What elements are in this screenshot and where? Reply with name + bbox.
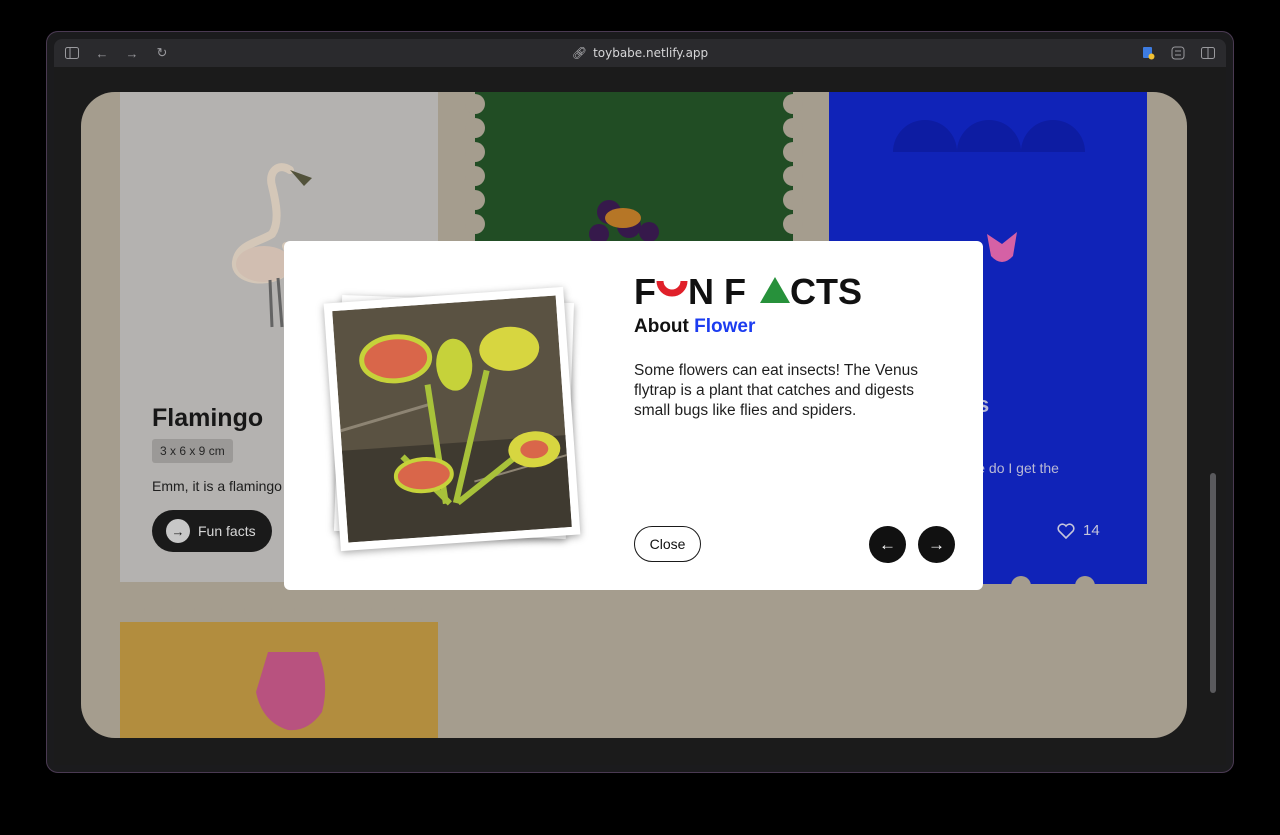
venus-flytrap-image xyxy=(332,295,572,543)
link-icon: 🔗︎ xyxy=(571,46,588,60)
about-subject: Flower xyxy=(694,316,756,337)
logo-letters-3: CTS xyxy=(790,273,862,309)
photo-card-front xyxy=(323,286,581,552)
reader-icon[interactable] xyxy=(1170,45,1186,61)
scrollbar[interactable] xyxy=(1210,473,1216,693)
fun-facts-modal: F N F CTS About Flower Some flowers can … xyxy=(284,241,983,590)
arrow-left-icon: ← xyxy=(879,534,896,554)
fun-facts-logo: F N F CTS xyxy=(634,273,862,309)
address-bar[interactable]: 🔗︎ toybabe.netlify.app xyxy=(54,46,1226,60)
fact-text: Some flowers can eat insects! The Venus … xyxy=(634,362,919,419)
photo-stack xyxy=(323,286,594,559)
about-heading: About Flower xyxy=(634,316,755,338)
triangle-icon xyxy=(760,277,790,303)
logo-letters-2: N F xyxy=(688,273,746,309)
split-view-icon[interactable] xyxy=(1200,45,1216,61)
url-text: toybabe.netlify.app xyxy=(593,46,709,60)
smile-icon xyxy=(656,280,688,297)
about-prefix: About xyxy=(634,316,689,337)
arrow-right-icon: → xyxy=(928,534,945,554)
extension-icon[interactable] xyxy=(1140,45,1156,61)
next-button[interactable]: → xyxy=(918,526,955,563)
browser-toolbar: ← → ↻ 🔗︎ toybabe.netlify.app xyxy=(54,39,1226,67)
logo-letters-1: F xyxy=(634,273,656,309)
close-button[interactable]: Close xyxy=(634,526,701,562)
previous-button[interactable]: ← xyxy=(869,526,906,563)
